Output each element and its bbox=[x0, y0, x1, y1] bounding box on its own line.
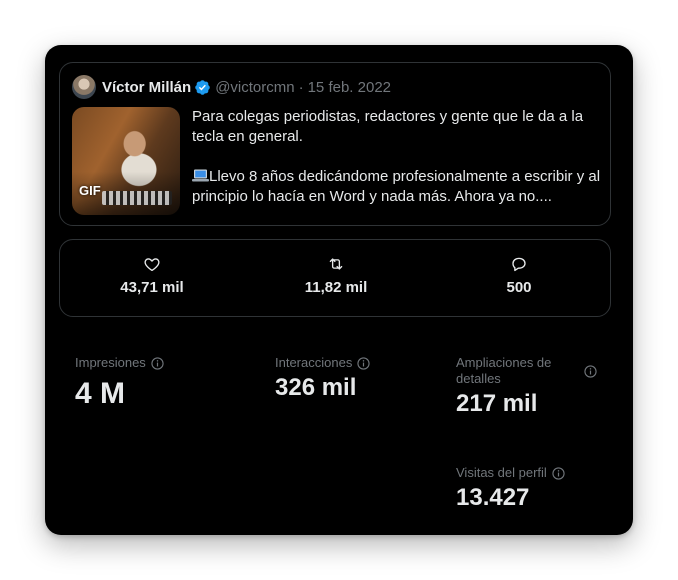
impressions-value: 4 M bbox=[75, 377, 126, 410]
impressions-metric: Impresiones 4 M bbox=[75, 355, 164, 411]
retweets-count: 11,82 mil bbox=[304, 279, 368, 296]
interactions-metric: Interacciones 326 mil bbox=[275, 355, 370, 402]
tweet-date[interactable]: 15 feb. 2022 bbox=[308, 79, 391, 96]
info-icon[interactable] bbox=[151, 356, 164, 370]
profile-visits-value: 13.427 bbox=[456, 484, 530, 511]
retweets-stat[interactable]: 11,82 mil bbox=[276, 255, 396, 296]
tweet-text-paragraph-1: Para colegas periodistas, redactores y g… bbox=[192, 108, 584, 145]
tweet-text-paragraph-2: Llevo 8 años dedicándome profesionalment… bbox=[192, 167, 604, 207]
quoted-tweet[interactable]: Víctor Millán @victorcmn · 15 feb. 2022 … bbox=[59, 62, 611, 226]
replies-stat[interactable]: 500 bbox=[459, 255, 579, 296]
info-icon[interactable] bbox=[584, 364, 597, 378]
replies-count: 500 bbox=[506, 279, 532, 296]
gif-badge: GIF bbox=[79, 183, 101, 198]
heart-icon bbox=[144, 258, 160, 272]
detail-expansions-label: Ampliaciones de detalles bbox=[456, 355, 552, 386]
tweet-text-paragraph-2-body: Llevo 8 años dedicándome profesionalment… bbox=[192, 168, 601, 205]
impressions-label: Impresiones bbox=[75, 355, 146, 370]
detail-expansions-metric: Ampliaciones de detalles 217 mil bbox=[456, 355, 601, 418]
info-icon[interactable] bbox=[552, 466, 565, 480]
tweet-gif-thumbnail[interactable]: GIF bbox=[72, 107, 180, 215]
laptop-icon bbox=[192, 169, 209, 182]
profile-visits-label: Visitas del perfil bbox=[456, 465, 547, 480]
retweet-icon bbox=[329, 258, 343, 270]
interactions-value: 326 mil bbox=[275, 374, 357, 401]
interactions-label: Interacciones bbox=[275, 355, 353, 370]
engagement-bar: 43,71 mil 11,82 mil 500 bbox=[59, 239, 611, 317]
tweet-analytics-card: Víctor Millán @victorcmn · 15 feb. 2022 … bbox=[45, 45, 633, 535]
tweet-text: Para colegas periodistas, redactores y g… bbox=[192, 107, 604, 207]
author-handle[interactable]: @victorcmn bbox=[215, 79, 294, 96]
verified-badge-icon bbox=[195, 79, 210, 95]
reply-icon bbox=[512, 257, 526, 272]
avatar[interactable] bbox=[72, 75, 96, 99]
profile-visits-metric: Visitas del perfil 13.427 bbox=[456, 465, 565, 512]
likes-stat[interactable]: 43,71 mil bbox=[92, 255, 212, 296]
likes-count: 43,71 mil bbox=[120, 279, 184, 296]
header-separator: · bbox=[298, 78, 304, 96]
tweet-header: Víctor Millán @victorcmn · 15 feb. 2022 bbox=[72, 75, 391, 99]
author-name[interactable]: Víctor Millán bbox=[102, 79, 191, 96]
detail-expansions-value: 217 mil bbox=[456, 390, 538, 417]
info-icon[interactable] bbox=[357, 356, 370, 370]
gif-keyboard-detail bbox=[102, 191, 172, 205]
